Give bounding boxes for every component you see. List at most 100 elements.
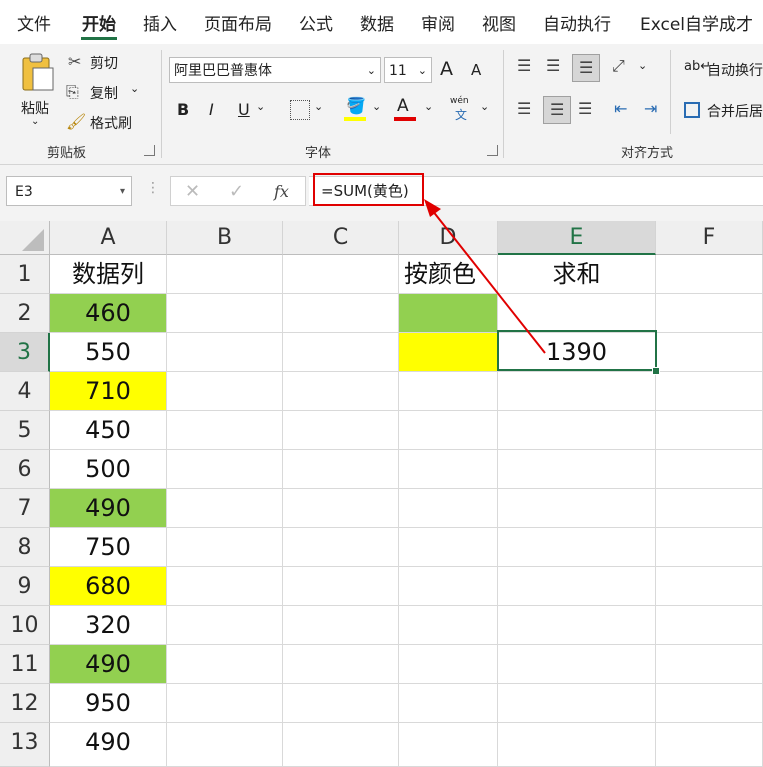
chevron-down-icon[interactable]: ⌄ — [314, 100, 323, 113]
cell-a5[interactable]: 450 — [50, 411, 167, 450]
cell-c4[interactable] — [283, 372, 399, 411]
worksheet-grid[interactable]: A B C D E F 1 数据列 按颜色 求和 2 460 3 550 1390 4 710 5 45… — [0, 221, 763, 767]
row-header-8[interactable]: 8 — [0, 528, 50, 567]
tab-home[interactable]: 开始 — [82, 10, 116, 35]
align-left-icon[interactable]: ☰ — [517, 99, 531, 118]
cell-f8[interactable] — [656, 528, 763, 567]
cell-c11[interactable] — [283, 645, 399, 684]
cell-a13[interactable]: 490 — [50, 723, 167, 767]
column-header-a[interactable]: A — [50, 221, 167, 255]
cell-a10[interactable]: 320 — [50, 606, 167, 645]
align-top-icon[interactable]: ☰ — [517, 56, 531, 75]
cut-button[interactable]: 剪切 — [90, 53, 118, 73]
cell-d11[interactable] — [399, 645, 498, 684]
cell-b12[interactable] — [167, 684, 283, 723]
row-header-9[interactable]: 9 — [0, 567, 50, 606]
cell-a7[interactable]: 490 — [50, 489, 167, 528]
tab-formulas[interactable]: 公式 — [299, 10, 333, 35]
merge-center-icon[interactable] — [684, 102, 700, 118]
cell-d8[interactable] — [399, 528, 498, 567]
cell-f7[interactable] — [656, 489, 763, 528]
chevron-down-icon[interactable]: ⌄ — [31, 116, 39, 127]
column-header-f[interactable]: F — [656, 221, 763, 255]
cell-e7[interactable] — [498, 489, 656, 528]
row-header-7[interactable]: 7 — [0, 489, 50, 528]
chevron-down-icon[interactable]: ⌄ — [372, 100, 381, 113]
cell-b1[interactable] — [167, 255, 283, 294]
cell-d5[interactable] — [399, 411, 498, 450]
row-header-11[interactable]: 11 — [0, 645, 50, 684]
cell-c1[interactable] — [283, 255, 399, 294]
cell-b5[interactable] — [167, 411, 283, 450]
cell-d10[interactable] — [399, 606, 498, 645]
column-header-e[interactable]: E — [498, 221, 656, 255]
cell-f10[interactable] — [656, 606, 763, 645]
grow-font-button[interactable]: A — [440, 58, 453, 80]
scissors-icon[interactable]: ✂ — [68, 52, 81, 71]
cell-d9[interactable] — [399, 567, 498, 606]
cell-c6[interactable] — [283, 450, 399, 489]
row-header-5[interactable]: 5 — [0, 411, 50, 450]
increase-indent-icon[interactable]: ⇥ — [644, 99, 657, 118]
cell-f3[interactable] — [656, 333, 763, 372]
cell-e10[interactable] — [498, 606, 656, 645]
cell-a4[interactable]: 710 — [50, 372, 167, 411]
wrap-text-button[interactable]: 自动换行 — [707, 60, 763, 80]
cell-b4[interactable] — [167, 372, 283, 411]
cell-b7[interactable] — [167, 489, 283, 528]
row-header-6[interactable]: 6 — [0, 450, 50, 489]
cell-a2[interactable]: 460 — [50, 294, 167, 333]
row-header-1[interactable]: 1 — [0, 255, 50, 294]
copy-button[interactable]: 复制 — [90, 83, 118, 103]
cell-e4[interactable] — [498, 372, 656, 411]
cell-d2[interactable] — [399, 294, 498, 333]
cell-f9[interactable] — [656, 567, 763, 606]
row-header-10[interactable]: 10 — [0, 606, 50, 645]
cell-f1[interactable] — [656, 255, 763, 294]
decrease-indent-icon[interactable]: ⇤ — [614, 99, 627, 118]
cell-c12[interactable] — [283, 684, 399, 723]
cell-d6[interactable] — [399, 450, 498, 489]
cell-e8[interactable] — [498, 528, 656, 567]
cell-c9[interactable] — [283, 567, 399, 606]
cell-e11[interactable] — [498, 645, 656, 684]
cell-b2[interactable] — [167, 294, 283, 333]
cell-e2[interactable] — [498, 294, 656, 333]
cell-e5[interactable] — [498, 411, 656, 450]
cell-c10[interactable] — [283, 606, 399, 645]
phonetic-label[interactable]: wén — [450, 96, 469, 106]
cell-f4[interactable] — [656, 372, 763, 411]
cell-d3[interactable] — [399, 333, 498, 372]
tab-review[interactable]: 审阅 — [421, 10, 455, 35]
italic-button[interactable]: I — [209, 100, 214, 119]
column-header-c[interactable]: C — [283, 221, 399, 255]
row-header-12[interactable]: 12 — [0, 684, 50, 723]
clipboard-launcher-icon[interactable] — [144, 145, 155, 156]
cell-d1[interactable]: 按颜色 — [399, 255, 498, 294]
font-name-select[interactable]: 阿里巴巴普惠体 ⌄ — [169, 57, 381, 83]
font-launcher-icon[interactable] — [487, 145, 498, 156]
name-box[interactable]: E3 ▾ — [6, 176, 132, 206]
row-header-4[interactable]: 4 — [0, 372, 50, 411]
chevron-down-icon[interactable]: ⌄ — [480, 100, 489, 113]
tab-excel-learning[interactable]: Excel自学成才 — [640, 10, 753, 35]
drag-handle-icon[interactable]: ⋮ — [146, 180, 160, 196]
cell-f13[interactable] — [656, 723, 763, 767]
cell-d12[interactable] — [399, 684, 498, 723]
cell-b3[interactable] — [167, 333, 283, 372]
cell-e12[interactable] — [498, 684, 656, 723]
cell-c13[interactable] — [283, 723, 399, 767]
cell-e13[interactable] — [498, 723, 656, 767]
tab-page-layout[interactable]: 页面布局 — [204, 10, 272, 35]
cell-b6[interactable] — [167, 450, 283, 489]
cell-f12[interactable] — [656, 684, 763, 723]
align-middle-icon[interactable]: ☰ — [546, 56, 560, 75]
fill-color-icon[interactable]: 🪣 — [346, 96, 366, 115]
tab-automate[interactable]: 自动执行 — [543, 10, 611, 35]
cell-c3[interactable] — [283, 333, 399, 372]
row-header-2[interactable]: 2 — [0, 294, 50, 333]
cancel-icon[interactable]: ✕ — [185, 181, 200, 202]
cell-b13[interactable] — [167, 723, 283, 767]
cell-a3[interactable]: 550 — [50, 333, 167, 372]
orientation-icon[interactable]: ⤢ — [612, 56, 625, 76]
